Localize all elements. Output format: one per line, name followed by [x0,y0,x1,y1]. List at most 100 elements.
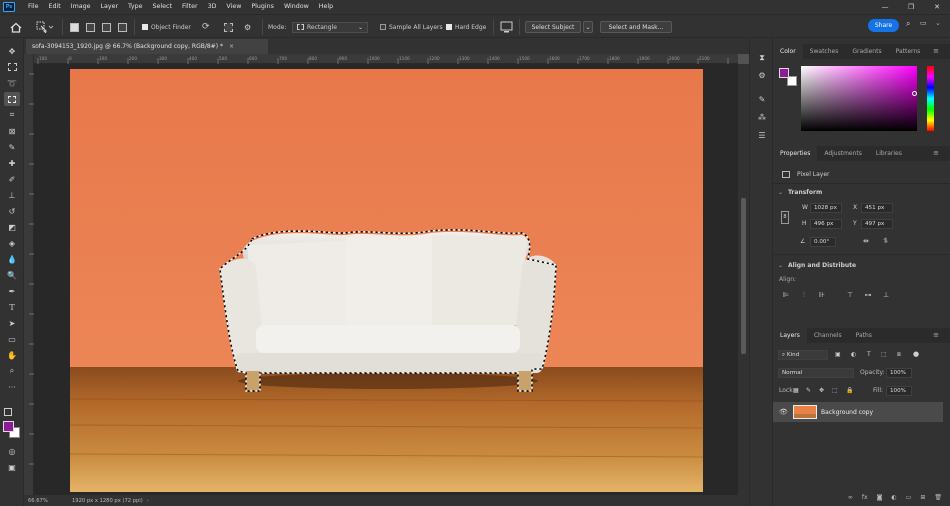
panel-menu-icon[interactable]: ≡ [926,328,946,343]
object-finder-toggle[interactable]: Object Finder [142,20,191,34]
restore-button[interactable]: ❐ [898,0,924,14]
workspace-chevron-icon[interactable]: ⌄ [935,19,941,27]
eye-icon[interactable]: 👁 [779,408,788,416]
opacity-field[interactable]: 100% [886,368,912,378]
panel-menu-icon[interactable]: ≡ [926,44,946,59]
align-right-edges-icon[interactable]: ⊪ [817,291,827,300]
gear-icon[interactable]: ⚙ [244,20,251,34]
zoom-level[interactable]: 66.67% [28,498,72,504]
link-layers-icon[interactable]: ∞ [848,494,853,506]
y-field[interactable]: 497 px [861,219,893,229]
quick-mask-icon[interactable]: ◎ [4,444,20,458]
height-field[interactable]: 496 px [810,219,842,229]
lock-position-icon[interactable]: ✥ [819,387,824,394]
lock-transparent-icon[interactable]: ▦ [793,387,799,394]
fx-icon[interactable]: fx [862,494,868,506]
minimize-button[interactable]: — [872,0,898,14]
color-field[interactable] [801,66,917,131]
hard-edge-checkbox[interactable] [446,24,452,30]
crop-tool-icon[interactable]: ⌗ [4,108,20,122]
frame-tool-icon[interactable]: ⊠ [4,124,20,138]
show-all-objects-icon[interactable] [224,20,233,34]
color-panel-foreground-swatch[interactable] [779,68,789,78]
align-horizontal-centers-icon[interactable]: ⫶ [799,291,809,300]
lock-all-icon[interactable]: 🔒 [846,387,853,394]
flip-horizontal-icon[interactable]: ⇹ [863,237,869,245]
lasso-tool-icon[interactable]: ➰ [4,76,20,90]
new-adjustment-layer-icon[interactable]: ◐ [891,494,896,506]
menu-plugins[interactable]: Plugins [246,0,279,14]
menu-help[interactable]: Help [314,0,338,14]
canvas-vertical-scrollbar[interactable] [738,64,749,495]
hand-tool-icon[interactable]: ✋ [4,348,20,362]
brush-tool-icon[interactable]: ✐ [4,172,20,186]
brushes-icon[interactable]: ⁂ [755,112,769,124]
flip-vertical-icon[interactable]: ⥮ [883,237,888,246]
fill-field[interactable]: 100% [886,386,912,396]
tab-color[interactable]: Color [773,44,803,59]
align-top-edges-icon[interactable]: ⊤ [845,291,855,300]
filter-toggle-icon[interactable]: ● [913,350,919,358]
refresh-icon[interactable]: ⟳ [202,20,210,34]
hue-slider[interactable] [927,66,934,131]
object-selection-tool-preset-icon[interactable] [36,20,54,34]
color-picker-marker[interactable] [912,91,917,96]
type-tool-icon[interactable]: T [4,300,20,314]
intersect-selection-icon[interactable] [118,20,127,34]
layer-name[interactable]: Background copy [821,409,873,416]
tab-swatches[interactable]: Swatches [803,44,846,59]
move-tool-icon[interactable]: ✥ [4,44,20,58]
tab-paths[interactable]: Paths [849,328,879,343]
add-to-selection-icon[interactable] [86,20,95,34]
filter-smart-object-icon[interactable]: ⧈ [897,351,901,359]
menu-view[interactable]: View [221,0,246,14]
new-group-icon[interactable]: ▭ [906,494,912,506]
spot-healing-brush-icon[interactable]: ✚ [4,156,20,170]
chevron-down-icon[interactable]: ⌄ [778,262,783,269]
history-icon[interactable]: ⧗ [755,52,769,64]
close-tab-icon[interactable]: × [229,43,234,50]
angle-field[interactable]: 0.00° [810,237,836,247]
width-field[interactable]: 1028 px [810,203,842,213]
tab-properties[interactable]: Properties [773,146,818,161]
tab-layers[interactable]: Layers [773,328,807,343]
filter-adjustment-icon[interactable]: ◐ [851,351,856,358]
status-chevron-icon[interactable]: › [147,498,149,504]
swap-colors-icon[interactable] [4,408,12,416]
foreground-color-swatch[interactable] [3,421,14,432]
eyedropper-tool-icon[interactable]: ✎ [4,140,20,154]
trash-icon[interactable]: 🗑 [934,494,942,506]
adjustments-icon[interactable]: ☰ [755,130,769,142]
chevron-down-icon[interactable]: ⌄ [778,189,783,196]
add-mask-icon[interactable]: ◙ [877,494,883,506]
lock-artboard-icon[interactable]: ⬚ [832,387,838,394]
share-button[interactable]: Share [868,19,899,32]
more-tools-icon[interactable]: ··· [4,380,20,394]
tab-patterns[interactable]: Patterns [889,44,928,59]
tab-adjustments[interactable]: Adjustments [817,146,869,161]
mode-dropdown[interactable]: Rectangle ⌄ [292,20,368,34]
eraser-tool-icon[interactable]: ◩ [4,220,20,234]
link-icon[interactable]: 8 [781,211,789,224]
align-left-edges-icon[interactable]: ⊫ [781,291,791,300]
dodge-tool-icon[interactable]: 🔍 [4,268,20,282]
menu-image[interactable]: Image [66,0,96,14]
menu-3d[interactable]: 3D [203,0,222,14]
hard-edge-toggle[interactable]: Hard Edge [446,20,486,34]
menu-window[interactable]: Window [279,0,314,14]
align-bottom-edges-icon[interactable]: ⊥ [881,291,891,300]
object-finder-checkbox[interactable] [142,24,148,30]
document-tab[interactable]: sofa-3094153_1920.jpg @ 66.7% (Backgroun… [26,39,268,54]
select-subject-options-icon[interactable] [500,20,513,34]
sample-all-layers-checkbox[interactable] [380,24,386,30]
properties-icon[interactable]: ⚙ [755,70,769,82]
menu-filter[interactable]: Filter [177,0,203,14]
filter-pixel-icon[interactable]: ▣ [835,351,841,358]
blur-tool-icon[interactable]: 💧 [4,252,20,266]
rectangle-tool-icon[interactable]: ▭ [4,332,20,346]
select-subject-button[interactable]: Select Subject [525,20,581,34]
select-and-mask-button[interactable]: Select and Mask... [600,20,672,34]
sample-all-layers-toggle[interactable]: Sample All Layers [380,20,443,34]
lock-image-icon[interactable]: ✎ [806,387,811,394]
tab-channels[interactable]: Channels [807,328,849,343]
